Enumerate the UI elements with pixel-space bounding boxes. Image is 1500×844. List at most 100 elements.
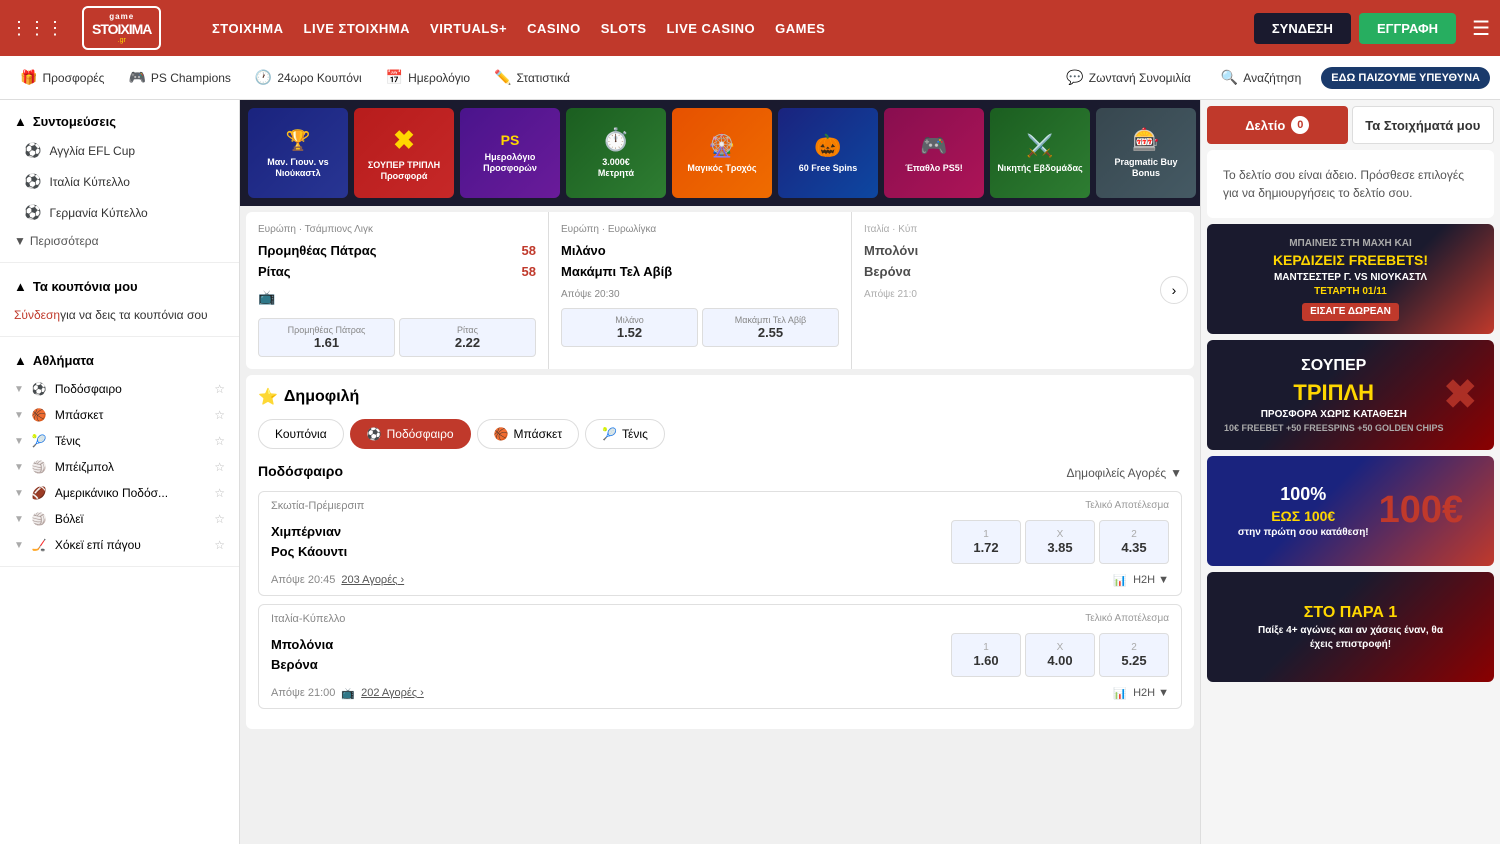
favorite-tennis-icon[interactable]: ☆ [214,434,225,448]
promo-ps-champions[interactable]: 🏆 Μαν. Γιουν. vs Νιούκαστλ [248,108,348,198]
sidebar-sport-icehockey[interactable]: ▼ 🏒 Χόκεϊ επί πάγου ☆ [0,532,239,558]
match-1-odd2-team: Ρίτας [404,325,531,335]
nav-slots[interactable]: SLOTS [601,21,647,36]
promo-pragmatic[interactable]: 🎰 Pragmatic Buy Bonus [1096,108,1196,198]
login-button[interactable]: ΣΥΝΔΕΣΗ [1254,13,1351,44]
subnav-calendar[interactable]: 📅 Ημερολόγιο [376,63,480,92]
tab-football[interactable]: ⚽ Ποδόσφαιρο [350,419,471,449]
match-row-1-odd2[interactable]: 2 4.35 [1099,520,1169,564]
match-3-team1: Μπολόνι [864,243,918,258]
banner-super-triple[interactable]: ΣΟΥΠΕΡ ΤΡΙΠΛΗ ΠΡΟΣΦΟΡΑ ΧΩΡΙΣ ΚΑΤΑΘΕΣΗ 10… [1207,340,1494,450]
nav-games[interactable]: GAMES [775,21,825,36]
logo[interactable]: game STOIXIMA .gr [82,6,202,50]
match-1-odd1[interactable]: Προμηθέας Πάτρας 1.61 [258,318,395,357]
nav-livecasino[interactable]: LIVE CASINO [667,21,756,36]
sidebar-more[interactable]: ▼ Περισσότερα [0,228,239,254]
promo-offer[interactable]: PS Ημερολόγιο Προσφορών [460,108,560,198]
popular-title: ⭐ Δημοφιλή [258,387,359,407]
match-1-score1: 58 [522,241,536,262]
favorite-volleyball-icon[interactable]: ☆ [214,512,225,526]
tab-coupons-label: Κουπόνια [275,427,327,441]
tab-coupons[interactable]: Κουπόνια [258,419,344,449]
nav-stoixima[interactable]: ΣΤΟΙΧΗΜΑ [212,21,284,36]
match-1-odd1-val: 1.61 [263,335,390,350]
register-button[interactable]: ΕΓΓΡΑΦΗ [1359,13,1456,44]
login-link[interactable]: Σύνδεση [14,308,60,322]
match-row-2-markets-link[interactable]: 202 Αγορές › [361,687,424,699]
subnav-pschampions[interactable]: 🎮 PS Champions [118,63,240,92]
subnav-offers[interactable]: 🎁 Προσφορές [10,63,114,92]
tab-basketball[interactable]: 🏀 Μπάσκετ [477,419,580,449]
match-row-2-oddX[interactable]: X 4.00 [1025,633,1095,677]
sidebar-item-germany-label: Γερμανία Κύπελλο [49,206,147,220]
promo-super-triple[interactable]: ✖ ΣΟΥΠΕΡ ΤΡΙΠΛΗΠροσφορά [354,108,454,198]
match-2-team2: Μακάμπι Τελ Αβίβ [561,264,672,279]
subnav-search[interactable]: 🔍 Αναζήτηση [1211,63,1311,92]
sidebar-item-italy-cup[interactable]: ⚽ Ιταλία Κύπελλο [0,166,239,197]
promo-icon-3: PS [501,132,520,148]
favorite-amfootball-icon[interactable]: ☆ [214,486,225,500]
betslip-tab-active[interactable]: Δελτίο 0 [1207,106,1348,144]
nav-virtuals[interactable]: VIRTUALS+ [430,21,507,36]
banner-para1[interactable]: ΣΤΟ ΠΑΡΑ 1 Παίξε 4+ αγώνες και αν χάσεις… [1207,572,1494,682]
match-row-1-oddX[interactable]: X 3.85 [1025,520,1095,564]
football-icon: ⚽ [32,382,47,396]
subnav-stats[interactable]: ✏️ Στατιστικά [484,63,580,92]
sidebar-sport-beachvol[interactable]: ▼ 🏐 Μπέιζμπολ ☆ [0,454,239,480]
promo-free-spins[interactable]: 🎃 60 Free Spins [778,108,878,198]
banner-100-bonus[interactable]: 100% ΕΩΣ 100€ στην πρώτη σου κατάθεση! 1… [1207,456,1494,566]
sidebar-sport-volleyball[interactable]: ▼ 🏐 Βόλεϊ ☆ [0,506,239,532]
chevron-down-icon: ▼ [14,234,26,248]
favorite-football-icon[interactable]: ☆ [214,382,225,396]
promo-ps5[interactable]: 🎮 Έπαθλο PS5! [884,108,984,198]
tab-tennis[interactable]: 🎾 Τένις [585,419,665,449]
h2h-button-1[interactable]: H2H ▼ [1133,574,1169,586]
match-1-odd2[interactable]: Ρίτας 2.22 [399,318,536,357]
sidebar-item-germany-cup[interactable]: ⚽ Γερμανία Κύπελλο [0,197,239,228]
sidebar-item-efl[interactable]: ⚽ Αγγλία EFL Cup [0,135,239,166]
match-row-1-markets-link[interactable]: 203 Αγορές › [341,574,404,586]
h2h-button-2[interactable]: H2H ▼ [1133,687,1169,699]
match-2-odd1[interactable]: Μιλάνο 1.52 [561,308,698,347]
sidebar-coupon-login[interactable]: Σύνδεσηγια να δεις τα κουπόνια σου [0,302,239,328]
match-2-odds: Μιλάνο 1.52 Μακάμπι Τελ Αβίβ 2.55 [561,308,839,347]
sidebar-shortcuts-header[interactable]: ▲ Συντομεύσεις [0,108,239,135]
popular-markets-btn[interactable]: Δημοφιλείς Αγορές ▼ [1066,466,1182,480]
sidebar-sport-tennis[interactable]: ▼ 🎾 Τένις ☆ [0,428,239,454]
nav-casino[interactable]: CASINO [527,21,581,36]
sidebar-basketball-label: Μπάσκετ [55,408,104,422]
promo-label-3: Ημερολόγιο Προσφορών [465,152,555,174]
banner-ps-champions[interactable]: ΜΠΑΙΝΕΙΣ ΣΤΗ ΜΑΧΗ ΚΑΙ ΚΕΡΔΙΖΕΙΣ FREEBETS… [1207,224,1494,334]
sidebar-coupons-title[interactable]: ▲ Τα κουπόνια μου [0,271,239,302]
mybets-tab[interactable]: Τα Στοιχήματά μου [1352,106,1495,144]
responsible-gaming-label: ΕΔΩ ΠΑΙΖΟΥΜΕ ΥΠΕΥΘΥΝΑ [1331,72,1480,84]
live-matches-list: Ευρώπη · Τσάμπιονς Λιγκ Προμηθέας Πάτρας… [246,212,1154,369]
subnav-chat[interactable]: 💬 Ζωντανή Συνομιλία [1056,63,1201,92]
responsible-gaming-button[interactable]: ΕΔΩ ΠΑΙΖΟΥΜΕ ΥΠΕΥΘΥΝΑ [1321,67,1490,89]
coupon24-icon: 🕐 [255,69,272,86]
sidebar-sport-football[interactable]: ▼ ⚽ Ποδόσφαιρο ☆ [0,376,239,402]
sidebar-sports-title[interactable]: ▲ Αθλήματα [0,345,239,376]
favorite-beachvol-icon[interactable]: ☆ [214,460,225,474]
match-row-1-odd1[interactable]: 1 1.72 [951,520,1021,564]
match-1-team2: Ρίτας [258,264,290,279]
live-next-button[interactable]: › [1160,276,1188,304]
match-row-2-header: Ιταλία-Κύπελλο Τελικό Αποτέλεσμα [259,605,1181,627]
subnav-coupon24[interactable]: 🕐 24ωρο Κουπόνι [245,63,372,92]
favorite-icehockey-icon[interactable]: ☆ [214,538,225,552]
promo-magic-wheel[interactable]: 🎡 Μαγικός Τροχός [672,108,772,198]
match-row-2-odd1[interactable]: 1 1.60 [951,633,1021,677]
hamburger-menu-icon[interactable]: ☰ [1472,16,1490,41]
match-2-odd2[interactable]: Μακάμπι Τελ Αβίβ 2.55 [702,308,839,347]
promo-metrhth[interactable]: ⏱️ 3.000€Μετρητά [566,108,666,198]
promo-battles[interactable]: ⚔️ Νικητής Εβδομάδας [990,108,1090,198]
expand-icon-5: ▼ [14,488,24,499]
soccer-icon-2: ⚽ [24,173,41,190]
sidebar-sport-basketball[interactable]: ▼ 🏀 Μπάσκετ ☆ [0,402,239,428]
nav-live[interactable]: LIVE ΣΤΟΙΧΗΜΑ [304,21,411,36]
favorite-basketball-icon[interactable]: ☆ [214,408,225,422]
match-row-2-odd2[interactable]: 2 5.25 [1099,633,1169,677]
sidebar-sport-amfootball[interactable]: ▼ 🏈 Αμερικάνικο Ποδόσ... ☆ [0,480,239,506]
grid-icon[interactable]: ⋮⋮⋮ [10,18,64,39]
icehockey-icon: 🏒 [32,538,47,552]
